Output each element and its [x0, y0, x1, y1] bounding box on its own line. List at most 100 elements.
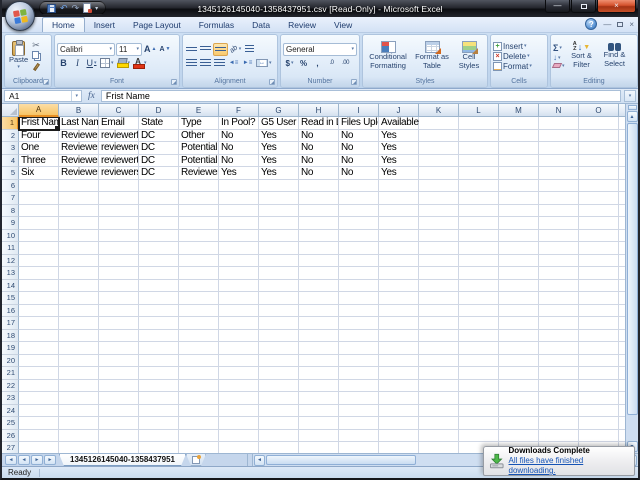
- cell-M10[interactable]: [499, 230, 539, 243]
- cell-A6[interactable]: [19, 180, 59, 193]
- cell-J26[interactable]: [379, 430, 419, 443]
- cell-G3[interactable]: Yes: [259, 142, 299, 155]
- cell-C19[interactable]: [99, 342, 139, 355]
- cell-E2[interactable]: Other: [179, 130, 219, 143]
- workbook-minimize-button[interactable]: —: [603, 20, 611, 29]
- format-as-table-button[interactable]: Format as Table: [413, 36, 451, 76]
- format-painter-icon[interactable]: [33, 62, 40, 70]
- cell-M17[interactable]: [499, 317, 539, 330]
- cell-F20[interactable]: [219, 355, 259, 368]
- cell-J27[interactable]: [379, 442, 419, 453]
- cell-D27[interactable]: [139, 442, 179, 453]
- cell-E18[interactable]: [179, 330, 219, 343]
- cell-I8[interactable]: [339, 205, 379, 218]
- fill-button[interactable]: ↓▾: [553, 54, 565, 62]
- cell-O26[interactable]: [579, 430, 619, 443]
- cell-D6[interactable]: [139, 180, 179, 193]
- cell-A22[interactable]: [19, 380, 59, 393]
- customize-qat-icon[interactable]: ▾: [95, 5, 98, 12]
- increase-decimal-button[interactable]: .0: [325, 57, 338, 70]
- cell-J12[interactable]: [379, 255, 419, 268]
- cell-J3[interactable]: Yes: [379, 142, 419, 155]
- cell-O1[interactable]: [579, 117, 619, 130]
- cell-M7[interactable]: [499, 192, 539, 205]
- cell-H8[interactable]: [299, 205, 339, 218]
- cell-M6[interactable]: [499, 180, 539, 193]
- cell-H14[interactable]: [299, 280, 339, 293]
- cell-B15[interactable]: [59, 292, 99, 305]
- cell-N9[interactable]: [539, 217, 579, 230]
- cell-L5[interactable]: [459, 167, 499, 180]
- cell-B7[interactable]: [59, 192, 99, 205]
- cell-G9[interactable]: [259, 217, 299, 230]
- cell-A1[interactable]: Frist Name: [19, 117, 59, 130]
- cut-icon[interactable]: ✂: [32, 41, 41, 50]
- cell-D24[interactable]: [139, 405, 179, 418]
- cell-E9[interactable]: [179, 217, 219, 230]
- cell-G16[interactable]: [259, 305, 299, 318]
- cell-F21[interactable]: [219, 367, 259, 380]
- row-header-1[interactable]: 1: [2, 117, 19, 130]
- row-header-15[interactable]: 15: [2, 292, 19, 305]
- tab-view[interactable]: View: [325, 18, 361, 32]
- cell-B21[interactable]: [59, 367, 99, 380]
- select-all-button[interactable]: [2, 104, 19, 117]
- cell-J21[interactable]: [379, 367, 419, 380]
- cell-C24[interactable]: [99, 405, 139, 418]
- cell-F24[interactable]: [219, 405, 259, 418]
- cell-L22[interactable]: [459, 380, 499, 393]
- cell-M20[interactable]: [499, 355, 539, 368]
- cell-K1[interactable]: [419, 117, 459, 130]
- cell-D3[interactable]: DC: [139, 142, 179, 155]
- downloads-notification[interactable]: Downloads Complete All files have finish…: [483, 446, 635, 476]
- cell-L12[interactable]: [459, 255, 499, 268]
- cell-A8[interactable]: [19, 205, 59, 218]
- cell-B14[interactable]: [59, 280, 99, 293]
- cell-C14[interactable]: [99, 280, 139, 293]
- cell-C10[interactable]: [99, 230, 139, 243]
- cell-J20[interactable]: [379, 355, 419, 368]
- cell-B12[interactable]: [59, 255, 99, 268]
- cell-C16[interactable]: [99, 305, 139, 318]
- cell-G21[interactable]: [259, 367, 299, 380]
- cell-I6[interactable]: [339, 180, 379, 193]
- cell-J15[interactable]: [379, 292, 419, 305]
- cell-L4[interactable]: [459, 155, 499, 168]
- format-cells-button[interactable]: Format▾: [493, 62, 545, 71]
- cell-N6[interactable]: [539, 180, 579, 193]
- cell-O20[interactable]: [579, 355, 619, 368]
- cell-G26[interactable]: [259, 430, 299, 443]
- cell-G27[interactable]: [259, 442, 299, 453]
- cell-H2[interactable]: No: [299, 130, 339, 143]
- font-name-combo[interactable]: Calibri▾: [57, 43, 115, 56]
- cell-C2[interactable]: reviewerf: [99, 130, 139, 143]
- cell-H22[interactable]: [299, 380, 339, 393]
- cell-D2[interactable]: DC: [139, 130, 179, 143]
- cell-N18[interactable]: [539, 330, 579, 343]
- cell-O5[interactable]: [579, 167, 619, 180]
- cell-L16[interactable]: [459, 305, 499, 318]
- merge-center-button[interactable]: ↔▾: [255, 57, 273, 70]
- row-header-8[interactable]: 8: [2, 205, 19, 218]
- cell-B6[interactable]: [59, 180, 99, 193]
- row-header-5[interactable]: 5: [2, 167, 19, 180]
- cell-O25[interactable]: [579, 417, 619, 430]
- column-header-O[interactable]: O: [579, 104, 619, 117]
- cell-A17[interactable]: [19, 317, 59, 330]
- cell-M2[interactable]: [499, 130, 539, 143]
- cell-E19[interactable]: [179, 342, 219, 355]
- cell-H26[interactable]: [299, 430, 339, 443]
- cell-D25[interactable]: [139, 417, 179, 430]
- cell-L26[interactable]: [459, 430, 499, 443]
- cell-G20[interactable]: [259, 355, 299, 368]
- cell-O8[interactable]: [579, 205, 619, 218]
- cell-M21[interactable]: [499, 367, 539, 380]
- cell-M9[interactable]: [499, 217, 539, 230]
- cell-I17[interactable]: [339, 317, 379, 330]
- cell-E6[interactable]: [179, 180, 219, 193]
- cell-K26[interactable]: [419, 430, 459, 443]
- tab-home[interactable]: Home: [42, 17, 85, 32]
- cell-J4[interactable]: Yes: [379, 155, 419, 168]
- cell-E27[interactable]: [179, 442, 219, 453]
- bottom-align-button[interactable]: [213, 43, 228, 56]
